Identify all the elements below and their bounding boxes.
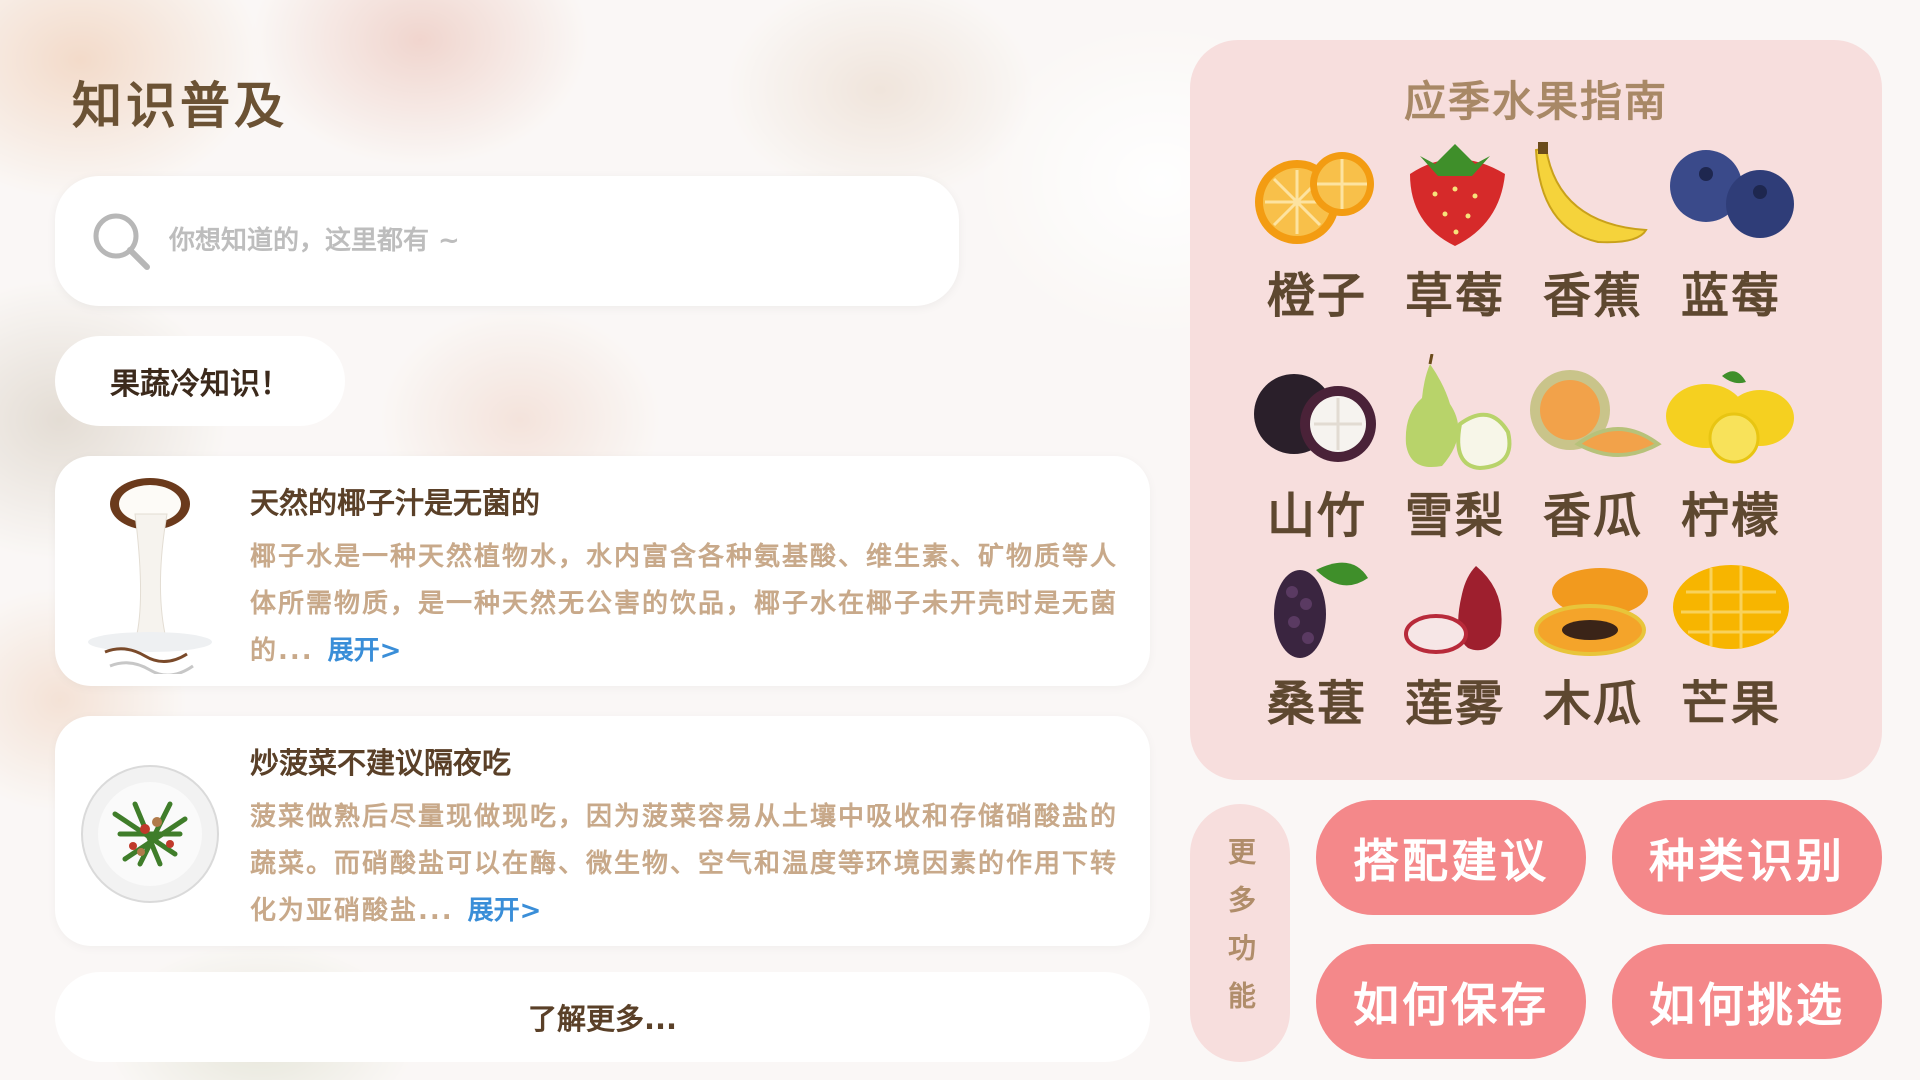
- expand-link[interactable]: 展开>: [328, 636, 402, 666]
- article-body: 椰子水是一种天然植物水，水内富含各种氨基酸、维生素、矿物质等人体所需物质，是一种…: [250, 534, 1130, 675]
- fruit-name: 山竹: [1266, 488, 1367, 544]
- fruit-item-banana[interactable]: 香蕉: [1518, 134, 1668, 326]
- lemon-icon: [1666, 371, 1794, 464]
- search-bar[interactable]: [55, 176, 959, 306]
- banana-icon: [1534, 142, 1648, 244]
- article-title: 炒菠菜不建议隔夜吃: [250, 746, 512, 780]
- section-tag: 果蔬冷知识！: [55, 336, 345, 426]
- expand-link[interactable]: 展开>: [468, 896, 542, 926]
- fruit-name: 莲雾: [1404, 676, 1505, 732]
- fruit-item-wax-apple[interactable]: 莲雾: [1380, 552, 1530, 734]
- papaya-icon: [1534, 568, 1648, 656]
- pairing-advice-button[interactable]: 搭配建议: [1316, 800, 1586, 915]
- how-to-store-button[interactable]: 如何保存: [1316, 944, 1586, 1059]
- article-title: 天然的椰子汁是无菌的: [250, 486, 541, 520]
- orange-icon: [1255, 152, 1374, 244]
- spinach-dish-image: [81, 765, 219, 903]
- search-input[interactable]: [167, 225, 871, 257]
- guide-title: 应季水果指南: [1403, 77, 1668, 126]
- fruit-item-lemon[interactable]: 柠檬: [1656, 354, 1806, 546]
- mulberry-icon: [1274, 562, 1368, 658]
- fruit-name: 雪梨: [1404, 488, 1505, 544]
- blueberry-icon: [1670, 150, 1794, 238]
- article-body: 菠菜做熟后尽量现做现吃，因为菠菜容易从土壤中吸收和存储硝酸盐的蔬菜。而硝酸盐可以…: [250, 794, 1130, 935]
- fruit-item-strawberry[interactable]: 草莓: [1380, 134, 1530, 326]
- strawberry-icon: [1410, 144, 1505, 246]
- fruit-name: 柠檬: [1680, 488, 1781, 544]
- fruit-item-mulberry[interactable]: 桑葚: [1242, 552, 1392, 734]
- fruit-name: 橙子: [1266, 268, 1367, 324]
- fruit-name: 香蕉: [1542, 268, 1643, 324]
- fruit-name: 木瓜: [1542, 676, 1643, 732]
- seasonal-fruit-guide: 应季水果指南 橙子 草莓 香蕉 蓝莓 山竹 雪梨 香瓜 柠檬 桑葚 莲雾 木瓜 …: [1190, 40, 1882, 780]
- mango-icon: [1673, 565, 1789, 649]
- more-functions-label: 更多功能: [1190, 804, 1290, 1062]
- fruit-item-mango[interactable]: 芒果: [1656, 552, 1806, 734]
- pear-icon: [1405, 354, 1512, 471]
- article-card[interactable]: 天然的椰子汁是无菌的 椰子水是一种天然植物水，水内富含各种氨基酸、维生素、矿物质…: [55, 456, 1150, 686]
- mangosteen-icon: [1254, 374, 1376, 462]
- melon-icon: [1530, 370, 1662, 457]
- fruit-item-orange[interactable]: 橙子: [1242, 134, 1392, 326]
- fruit-name: 香瓜: [1542, 488, 1643, 544]
- learn-more-button[interactable]: 了解更多...: [55, 972, 1150, 1062]
- variety-recognition-button[interactable]: 种类识别: [1612, 800, 1882, 915]
- fruit-name: 草莓: [1404, 268, 1505, 324]
- article-excerpt: 菠菜做熟后尽量现做现吃，因为菠菜容易从土壤中吸收和存储硝酸盐的蔬菜。而硝酸盐可以…: [250, 802, 1119, 926]
- fruit-item-mangosteen[interactable]: 山竹: [1242, 354, 1392, 546]
- fruit-name: 芒果: [1680, 676, 1781, 732]
- fruit-item-melon[interactable]: 香瓜: [1518, 354, 1668, 546]
- how-to-choose-button[interactable]: 如何挑选: [1612, 944, 1882, 1059]
- coconut-water-image: [88, 478, 212, 674]
- article-card[interactable]: 炒菠菜不建议隔夜吃 菠菜做熟后尽量现做现吃，因为菠菜容易从土壤中吸收和存储硝酸盐…: [55, 716, 1150, 946]
- fruit-item-pear[interactable]: 雪梨: [1380, 354, 1530, 546]
- search-icon: [93, 213, 150, 270]
- wax-apple-icon: [1404, 566, 1502, 654]
- fruit-name: 桑葚: [1266, 676, 1367, 732]
- fruit-item-blueberry[interactable]: 蓝莓: [1656, 134, 1806, 326]
- fruit-item-papaya[interactable]: 木瓜: [1518, 552, 1668, 734]
- more-functions-text: 更多功能: [1224, 837, 1257, 1029]
- page-title: 知识普及: [72, 77, 288, 135]
- fruit-name: 蓝莓: [1680, 268, 1781, 324]
